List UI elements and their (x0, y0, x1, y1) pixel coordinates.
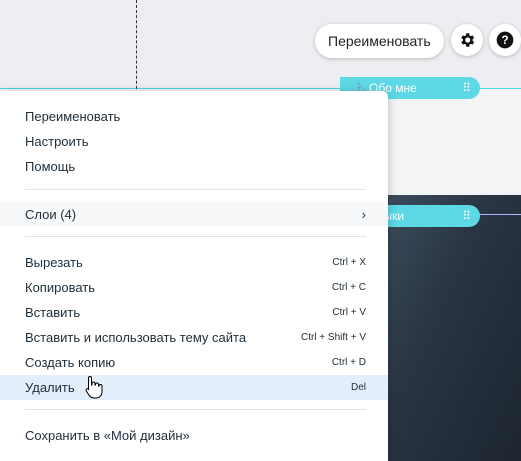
context-menu: Переименовать Настроить Помощь Слои (4) … (0, 91, 388, 461)
help-button[interactable]: ? (489, 24, 521, 56)
menu-item-save-to-my-designs[interactable]: Сохранить в «Мой дизайн» (0, 423, 388, 448)
svg-text:?: ? (501, 34, 508, 47)
hand-cursor-icon (85, 375, 103, 399)
settings-button[interactable] (451, 24, 483, 56)
menu-divider (25, 409, 366, 410)
drag-handle-icon[interactable]: ⠿ (462, 205, 471, 227)
menu-item-delete[interactable]: Удалить Del (0, 375, 388, 400)
menu-item-customize[interactable]: Настроить (0, 129, 388, 154)
menu-item-rename[interactable]: Переименовать (0, 104, 388, 129)
drag-handle-icon[interactable]: ⠿ (462, 77, 471, 99)
menu-item-duplicate[interactable]: Создать копию Ctrl + D (0, 350, 388, 375)
menu-item-copy[interactable]: Копировать Ctrl + C (0, 275, 388, 300)
menu-divider (25, 236, 366, 237)
menu-item-layers[interactable]: Слои (4) › (0, 202, 388, 227)
menu-divider (25, 189, 366, 190)
menu-item-help[interactable]: Помощь (0, 154, 388, 179)
rename-button[interactable]: Переименовать (315, 24, 444, 58)
menu-item-paste[interactable]: Вставить Ctrl + V (0, 300, 388, 325)
gear-icon (461, 33, 475, 47)
chevron-right-icon: › (361, 207, 366, 222)
menu-item-cut[interactable]: Вырезать Ctrl + X (0, 250, 388, 275)
menu-item-paste-theme[interactable]: Вставить и использовать тему сайта Ctrl … (0, 325, 388, 350)
help-icon: ? (496, 31, 514, 49)
